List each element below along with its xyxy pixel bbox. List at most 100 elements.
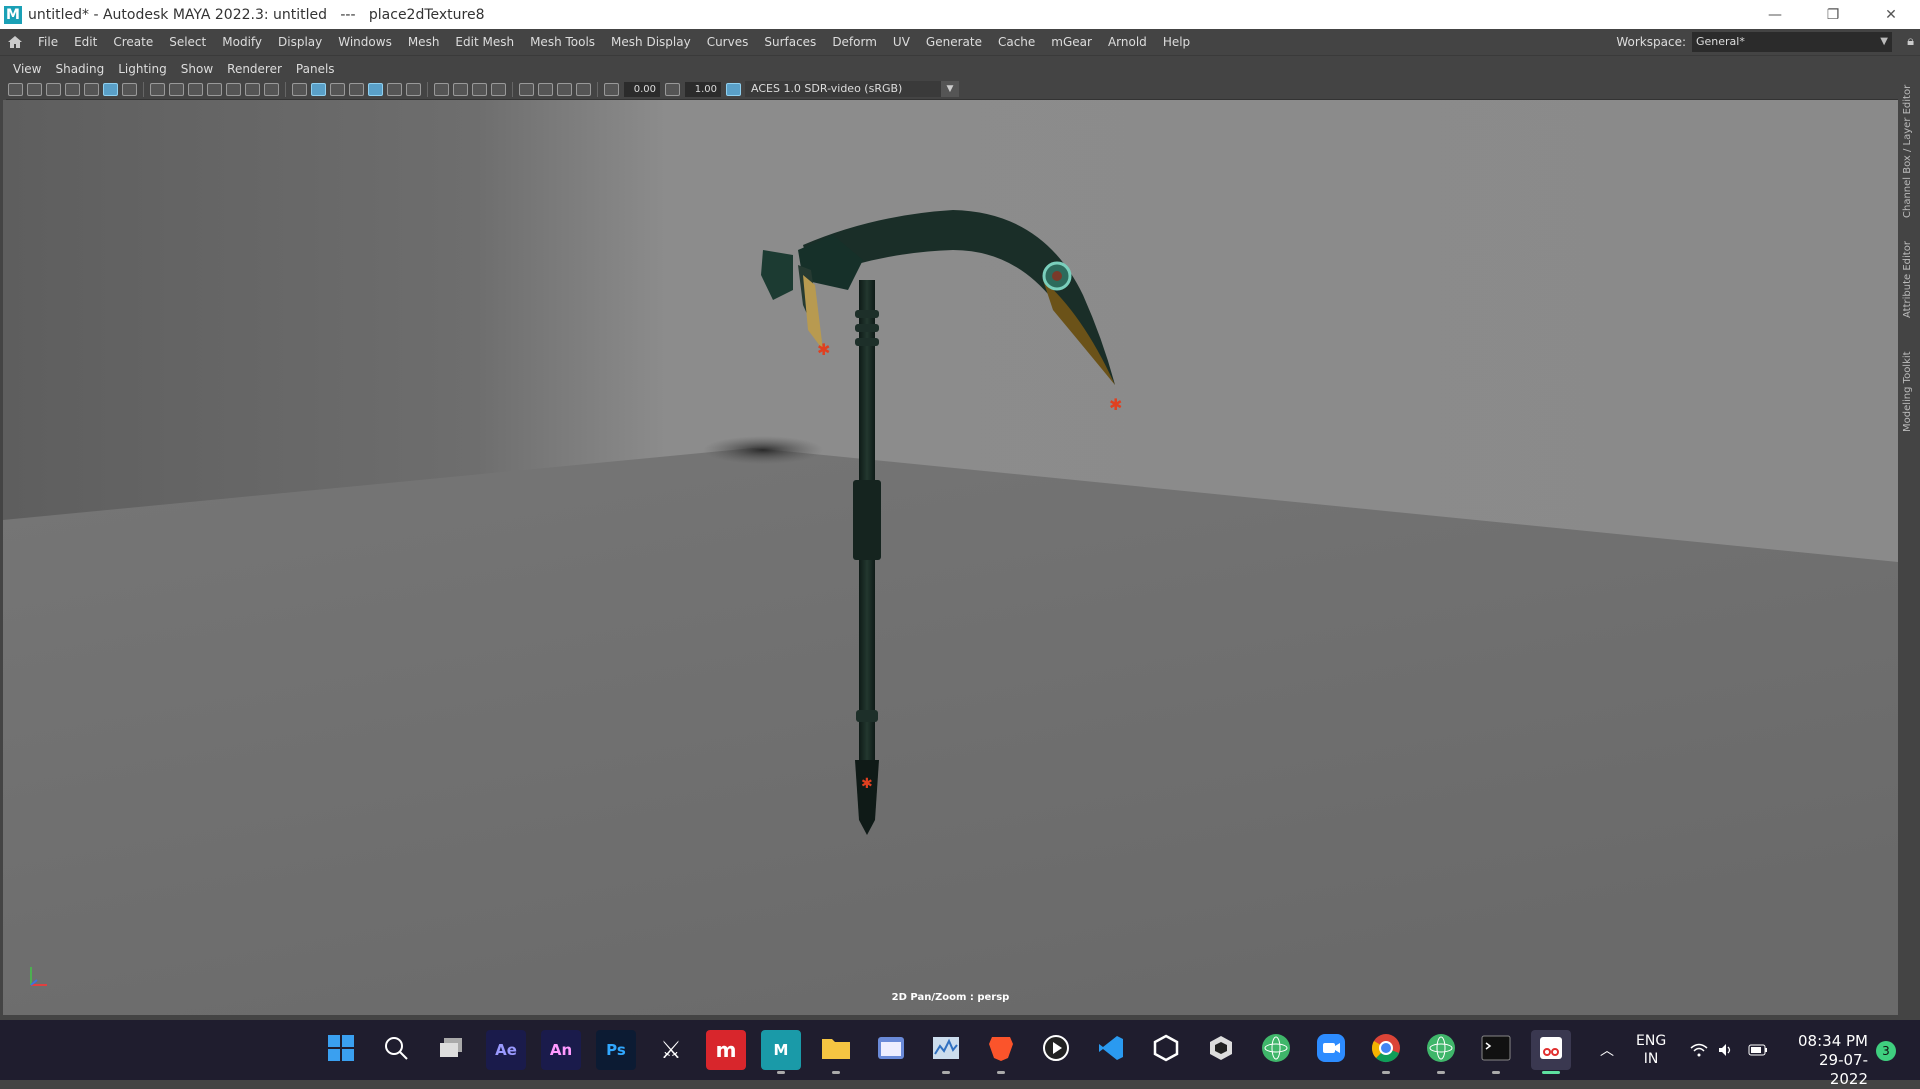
textured-icon[interactable] bbox=[368, 82, 383, 96]
exposure-icon[interactable] bbox=[604, 82, 619, 96]
menu-deform[interactable]: Deform bbox=[824, 35, 885, 49]
menu-windows[interactable]: Windows bbox=[330, 35, 400, 49]
taskbar-search-button[interactable] bbox=[376, 1030, 416, 1070]
menu-mesh-display[interactable]: Mesh Display bbox=[603, 35, 699, 49]
isolate-select-icon[interactable] bbox=[519, 82, 534, 96]
taskbar-chrome-button[interactable] bbox=[1366, 1030, 1406, 1074]
grease-pencil-icon[interactable] bbox=[103, 82, 118, 96]
menu-arnold[interactable]: Arnold bbox=[1100, 35, 1155, 49]
system-clock[interactable]: 08:34 PM 29-07-2022 bbox=[1786, 1032, 1868, 1089]
panel-menu-view[interactable]: View bbox=[6, 62, 48, 76]
panel-menu-show[interactable]: Show bbox=[174, 62, 220, 76]
panel-menu-shading[interactable]: Shading bbox=[48, 62, 111, 76]
menu-help[interactable]: Help bbox=[1155, 35, 1198, 49]
color-space-dropdown[interactable]: ACES 1.0 SDR-video (sRGB) ▼ bbox=[745, 81, 959, 97]
use-all-lights-icon[interactable] bbox=[387, 82, 402, 96]
panel-menu-panels[interactable]: Panels bbox=[289, 62, 342, 76]
notification-badge[interactable]: 3 bbox=[1876, 1041, 1896, 1061]
menu-mesh[interactable]: Mesh bbox=[400, 35, 448, 49]
tab-modeling-toolkit[interactable]: Modeling Toolkit bbox=[1902, 342, 1913, 432]
menu-edit[interactable]: Edit bbox=[66, 35, 105, 49]
pencil-icon[interactable] bbox=[84, 82, 99, 96]
menu-modify[interactable]: Modify bbox=[214, 35, 270, 49]
taskbar-task-view-button[interactable] bbox=[431, 1030, 471, 1070]
close-button[interactable]: ✕ bbox=[1862, 0, 1920, 29]
tab-channel-box[interactable]: Channel Box / Layer Editor bbox=[1902, 68, 1913, 218]
multisample-aa-icon[interactable] bbox=[472, 82, 487, 96]
taskbar-file-explorer-button[interactable] bbox=[816, 1030, 856, 1074]
persp-viewport[interactable]: ✱ ✱ ✱ 2D Pan/Zoom : persp bbox=[3, 100, 1898, 1015]
taskbar-app-window-button[interactable] bbox=[871, 1030, 911, 1070]
taskbar-performance-monitor-button[interactable] bbox=[926, 1030, 966, 1074]
wifi-icon[interactable] bbox=[1690, 1020, 1708, 1080]
taskbar-maya-button[interactable]: M bbox=[761, 1030, 801, 1074]
menu-uv[interactable]: UV bbox=[885, 35, 918, 49]
gate-mask-icon[interactable] bbox=[207, 82, 222, 96]
taskbar-brave-button[interactable] bbox=[981, 1030, 1021, 1074]
grid-icon[interactable] bbox=[150, 82, 165, 96]
menu-generate[interactable]: Generate bbox=[918, 35, 990, 49]
motion-blur-icon[interactable] bbox=[453, 82, 468, 96]
image-plane-icon[interactable] bbox=[65, 82, 80, 96]
taskbar-terminal-button[interactable] bbox=[1476, 1030, 1516, 1074]
depth-of-field-icon[interactable] bbox=[491, 82, 506, 96]
battery-icon[interactable] bbox=[1748, 1020, 1768, 1080]
exposure-field[interactable]: 0.00 bbox=[624, 81, 660, 97]
smooth-shade-icon[interactable] bbox=[311, 82, 326, 96]
menu-display[interactable]: Display bbox=[270, 35, 330, 49]
taskbar-vscode-button[interactable] bbox=[1091, 1030, 1131, 1070]
menu-create[interactable]: Create bbox=[105, 35, 161, 49]
safe-title-icon[interactable] bbox=[264, 82, 279, 96]
minimize-button[interactable]: — bbox=[1746, 0, 1804, 29]
gamma-icon[interactable] bbox=[665, 82, 680, 96]
lock-icon[interactable]: 🔒︎ bbox=[1907, 34, 1914, 49]
taskbar-after-effects-button[interactable]: Ae bbox=[486, 1030, 526, 1070]
taskbar-zoom-button[interactable] bbox=[1311, 1030, 1351, 1070]
brush-icon[interactable] bbox=[122, 82, 137, 96]
field-chart-icon[interactable] bbox=[226, 82, 241, 96]
screen-space-ao-icon[interactable] bbox=[434, 82, 449, 96]
taskbar-zbrush-button[interactable]: ⚔ bbox=[651, 1030, 691, 1070]
taskbar-atom-2-button[interactable] bbox=[1421, 1030, 1461, 1074]
menu-mgear[interactable]: mGear bbox=[1043, 35, 1100, 49]
shadows-icon[interactable] bbox=[406, 82, 421, 96]
menu-edit-mesh[interactable]: Edit Mesh bbox=[447, 35, 522, 49]
taskbar-start-button[interactable] bbox=[321, 1030, 361, 1070]
wireframe-on-shaded-icon[interactable] bbox=[349, 82, 364, 96]
tab-attribute-editor[interactable]: Attribute Editor bbox=[1902, 232, 1913, 318]
taskbar-animate-button[interactable]: An bbox=[541, 1030, 581, 1070]
taskbar-unity-hub-button[interactable] bbox=[1201, 1030, 1241, 1070]
camera-lock-icon[interactable] bbox=[27, 82, 42, 96]
taskbar-snipping-tool-button[interactable] bbox=[1531, 1030, 1571, 1074]
taskbar-media-player-button[interactable] bbox=[1036, 1030, 1076, 1070]
taskbar-atom-button[interactable] bbox=[1256, 1030, 1296, 1070]
menu-mesh-tools[interactable]: Mesh Tools bbox=[522, 35, 603, 49]
safe-action-icon[interactable] bbox=[245, 82, 260, 96]
show-hidden-icons-button[interactable]: ︿ bbox=[1600, 1020, 1614, 1080]
panel-menu-lighting[interactable]: Lighting bbox=[111, 62, 174, 76]
menu-curves[interactable]: Curves bbox=[699, 35, 757, 49]
xray-active-components-icon[interactable] bbox=[557, 82, 572, 96]
home-button[interactable] bbox=[0, 29, 30, 56]
restore-button[interactable]: ❐ bbox=[1804, 0, 1862, 29]
workspace-dropdown[interactable]: General* ▼ bbox=[1692, 32, 1892, 52]
xray-icon[interactable] bbox=[538, 82, 553, 96]
language-indicator[interactable]: ENG IN bbox=[1636, 1032, 1666, 1068]
taskbar-photoshop-button[interactable]: Ps bbox=[596, 1030, 636, 1070]
camera-select-icon[interactable] bbox=[8, 82, 23, 96]
menu-file[interactable]: File bbox=[30, 35, 66, 49]
panel-menu-renderer[interactable]: Renderer bbox=[220, 62, 289, 76]
volume-icon[interactable] bbox=[1718, 1020, 1734, 1080]
color-management-icon[interactable] bbox=[726, 82, 741, 96]
xray-joints-icon[interactable] bbox=[576, 82, 591, 96]
gamma-field[interactable]: 1.00 bbox=[685, 81, 721, 97]
taskbar-marmoset-button[interactable]: m bbox=[706, 1030, 746, 1070]
menu-cache[interactable]: Cache bbox=[990, 35, 1043, 49]
resolution-gate-icon[interactable] bbox=[188, 82, 203, 96]
default-lighting-icon[interactable] bbox=[330, 82, 345, 96]
taskbar-unity-button[interactable] bbox=[1146, 1030, 1186, 1070]
film-gate-icon[interactable] bbox=[169, 82, 184, 96]
wireframe-icon[interactable] bbox=[292, 82, 307, 96]
menu-select[interactable]: Select bbox=[161, 35, 214, 49]
bookmark-icon[interactable] bbox=[46, 82, 61, 96]
